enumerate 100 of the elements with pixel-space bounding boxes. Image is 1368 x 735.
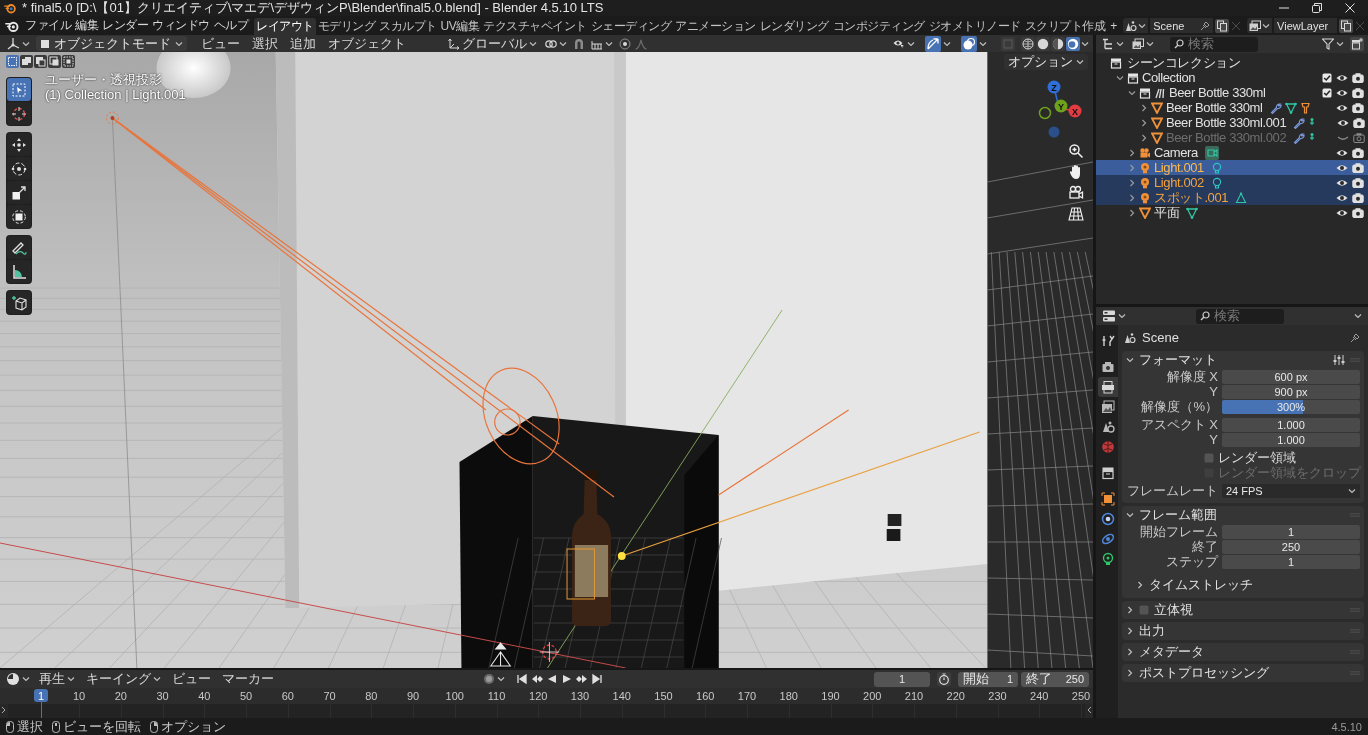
menu-item[interactable]: 編集 bbox=[73, 17, 100, 34]
current-frame-field[interactable]: 1 bbox=[874, 671, 930, 687]
properties-tab[interactable] bbox=[1098, 489, 1118, 509]
display-mode-dropdown[interactable] bbox=[1130, 36, 1156, 52]
workspace-tab[interactable]: ジオメトリノード bbox=[926, 18, 1023, 35]
view-layer-selector-button[interactable] bbox=[1247, 18, 1273, 33]
menu-dropdown[interactable]: 再生 bbox=[35, 671, 79, 687]
menu-item[interactable]: オブジェクト bbox=[324, 36, 410, 51]
jump-to-start-icon[interactable] bbox=[515, 673, 528, 685]
chevron-icon[interactable] bbox=[1, 706, 7, 714]
dashed-square-dot-icon[interactable] bbox=[62, 55, 75, 68]
menu-item[interactable]: ヘルプ bbox=[211, 17, 250, 34]
pin-icon[interactable] bbox=[1200, 20, 1211, 31]
menu-item[interactable]: マーカー bbox=[218, 671, 278, 687]
subpanel-title[interactable]: タイムストレッチ bbox=[1149, 575, 1253, 594]
workspace-tab[interactable]: テクスチャペイント bbox=[481, 18, 589, 35]
start-frame-field[interactable]: 開始 1 bbox=[958, 671, 1018, 687]
pin-icon[interactable] bbox=[1350, 332, 1360, 343]
render-camera-icon[interactable] bbox=[1352, 161, 1364, 174]
funnel-icon[interactable] bbox=[1299, 101, 1312, 114]
outliner-row[interactable]: Camera bbox=[1096, 145, 1368, 160]
render-camera-icon[interactable] bbox=[1352, 191, 1364, 204]
outliner-row[interactable]: スポット.001 bbox=[1096, 190, 1368, 205]
outliner-item-label[interactable]: 平面 bbox=[1154, 203, 1180, 222]
transform-tool-button[interactable] bbox=[7, 205, 31, 228]
render-camera-icon[interactable] bbox=[1352, 101, 1364, 114]
menu-item[interactable]: ウィンドウ bbox=[150, 17, 212, 34]
checkbox[interactable] bbox=[1204, 453, 1214, 463]
outliner-row[interactable]: Collection bbox=[1096, 70, 1368, 85]
ring-dot-icon[interactable] bbox=[619, 37, 631, 50]
checkbox[interactable] bbox=[1322, 87, 1332, 98]
menu-item[interactable]: 追加 bbox=[286, 36, 320, 51]
number-field[interactable]: 1.000 bbox=[1222, 418, 1360, 432]
wrench-icon[interactable] bbox=[1269, 101, 1282, 114]
measure-tool-button[interactable] bbox=[7, 260, 31, 283]
outliner-row[interactable]: 平面 bbox=[1096, 205, 1368, 220]
annotate-tool-button[interactable] bbox=[7, 236, 31, 259]
dashed-square-icon[interactable] bbox=[6, 55, 19, 68]
outliner-item-label[interactable]: Camera bbox=[1154, 145, 1198, 160]
search-field[interactable]: 検索 bbox=[1196, 308, 1284, 324]
outliner-row[interactable]: Light.001 bbox=[1096, 160, 1368, 175]
editor-type-button[interactable] bbox=[4, 671, 32, 687]
render-camera-icon[interactable] bbox=[1352, 71, 1364, 84]
zoom-icon[interactable] bbox=[1067, 142, 1085, 160]
solid-disc-icon[interactable] bbox=[1036, 36, 1050, 51]
grid-icon[interactable] bbox=[1067, 205, 1085, 223]
checkbox[interactable] bbox=[1139, 605, 1149, 615]
workspace-tab[interactable]: スカルプト bbox=[377, 18, 439, 35]
copy-icon[interactable] bbox=[1339, 18, 1353, 33]
editor-type-button[interactable] bbox=[1100, 36, 1126, 52]
number-field[interactable]: 1.000 bbox=[1222, 433, 1360, 447]
outliner-item-label[interactable]: Beer Bottle 330ml bbox=[1166, 100, 1263, 115]
menu-item[interactable]: ビュー bbox=[197, 36, 244, 51]
stacked-squares-icon[interactable] bbox=[20, 55, 33, 68]
magnet-icon[interactable] bbox=[573, 37, 585, 50]
cone-icon[interactable] bbox=[1235, 191, 1248, 204]
workspace-tab[interactable]: スクリプト作成 bbox=[1022, 18, 1108, 35]
box-plus-icon[interactable] bbox=[1350, 37, 1364, 51]
bulb-outline-icon[interactable] bbox=[1210, 176, 1223, 189]
orientation-dropdown[interactable]: グローバル bbox=[446, 36, 539, 51]
render-camera-icon[interactable] bbox=[1352, 146, 1364, 159]
scene-selector-button[interactable] bbox=[1123, 18, 1149, 33]
workspace-tab[interactable]: アニメーション bbox=[673, 18, 758, 35]
outliner-row[interactable]: Beer Bottle 330ml bbox=[1096, 85, 1368, 100]
editor-type-button[interactable] bbox=[1100, 308, 1128, 324]
outliner-row[interactable]: Beer Bottle 330ml.001 bbox=[1096, 115, 1368, 130]
jump-to-end-icon[interactable] bbox=[590, 673, 603, 685]
copy-icon[interactable] bbox=[1215, 18, 1230, 33]
render-camera-icon[interactable] bbox=[1352, 86, 1364, 99]
vertex-triangle-icon[interactable] bbox=[1186, 206, 1199, 219]
camera-view-icon[interactable] bbox=[1067, 184, 1085, 202]
outliner-item-label[interactable]: シーンコレクション bbox=[1127, 53, 1241, 72]
render-camera-icon[interactable] bbox=[1353, 116, 1366, 129]
number-field[interactable]: 1 bbox=[1222, 555, 1360, 569]
square-overlap-icon[interactable] bbox=[48, 55, 61, 68]
menu-item[interactable]: 選択 bbox=[248, 36, 282, 51]
navigation-gizmo[interactable]: Z Y X bbox=[1028, 74, 1090, 140]
panel-title[interactable]: フォーマット bbox=[1139, 351, 1217, 369]
select-box-tool-button[interactable] bbox=[7, 78, 31, 101]
outliner-item-label[interactable]: Beer Bottle 330ml.001 bbox=[1166, 115, 1287, 130]
outliner-item-label[interactable]: Beer Bottle 330ml bbox=[1169, 85, 1266, 100]
next-keyframe-icon[interactable] bbox=[575, 673, 588, 685]
maximize-icon[interactable] bbox=[1312, 3, 1322, 13]
end-frame-field[interactable]: 終了 250 bbox=[1021, 671, 1089, 687]
workspace-tab[interactable]: レンダリング bbox=[757, 18, 831, 35]
workspace-tab[interactable]: レイアウト bbox=[254, 18, 316, 35]
checkbox[interactable] bbox=[1322, 72, 1332, 83]
outliner-row[interactable]: Light.002 bbox=[1096, 175, 1368, 190]
workspace-tab[interactable]: UV編集 bbox=[438, 18, 482, 35]
menu-item[interactable]: ビュー bbox=[168, 671, 215, 687]
number-field[interactable]: 900 px bbox=[1222, 385, 1360, 399]
chevron-icon[interactable] bbox=[1086, 706, 1092, 714]
workspace-tab[interactable]: コンポジティング bbox=[830, 18, 927, 35]
half-disc-icon[interactable] bbox=[1051, 36, 1065, 51]
vertex-triangle-icon[interactable] bbox=[1284, 101, 1297, 114]
outliner-row[interactable]: Beer Bottle 330ml bbox=[1096, 100, 1368, 115]
view-layer-name-field[interactable]: ViewLayer bbox=[1274, 18, 1337, 33]
workspace-tab[interactable]: シェーディング bbox=[588, 18, 674, 35]
search-field[interactable]: 検索 bbox=[1170, 36, 1258, 52]
play-icon[interactable] bbox=[560, 673, 573, 685]
